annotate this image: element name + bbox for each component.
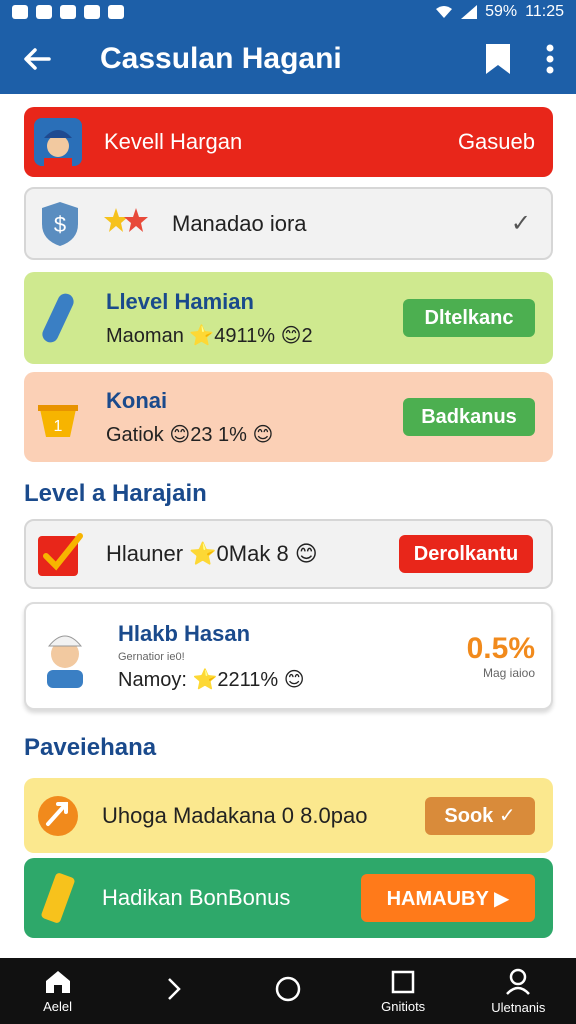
card-subtitle: Maoman ⭐4911% 😊2 — [106, 324, 313, 347]
worker-avatar-icon — [34, 118, 82, 166]
chevron-icon — [167, 978, 181, 1000]
person-icon — [506, 968, 531, 995]
card-hlauner[interactable]: Hlauner ⭐0Mak 8 😊 Derolkantu — [24, 519, 553, 589]
back-button[interactable] — [0, 24, 74, 94]
card-text: Hlakb Hasan Gernatior ie0! Namoy: ⭐2211%… — [118, 621, 425, 692]
nav-profile[interactable]: Uletnanis — [463, 968, 573, 1015]
status-notifications — [12, 5, 124, 19]
card-subtitle: Gatiok 😊23 1% 😊 — [106, 423, 274, 446]
card-title: Kevell Hargan — [104, 129, 243, 154]
ticket-icon — [34, 873, 82, 923]
bookmark-icon — [486, 44, 510, 74]
nav-recents[interactable]: Gnitiots — [348, 969, 458, 1014]
wifi-icon — [436, 6, 453, 18]
check-icon: ✓ — [510, 210, 531, 237]
avatar — [34, 118, 82, 166]
nav-label: Gnitiots — [381, 998, 426, 1014]
badge-icon — [34, 792, 82, 840]
percentage-caption: Mag iaioo — [482, 666, 535, 680]
card-level-hamian[interactable]: Llevel Hamian Maoman ⭐4911% 😊2 Dltelkanc — [24, 272, 553, 364]
nav-home-circle[interactable] — [233, 975, 343, 1007]
card-title: Konai — [106, 387, 168, 413]
card-title: Hlauner ⭐0Mak 8 😊 — [106, 541, 318, 566]
card-konai[interactable]: 1 Konai Gatiok 😊23 1% 😊 Badkanus — [24, 372, 553, 462]
status-system: 59% 11:25 — [435, 3, 564, 21]
card-title: Hlakb Hasan — [118, 620, 251, 646]
capsule-icon — [34, 293, 82, 343]
card-uhoga[interactable]: Uhoga Madakana 0 8.0pao Sook ✓ — [24, 778, 553, 853]
nav-label: Aelel — [43, 998, 73, 1014]
card-subtitle: Namoy: ⭐2211% 😊 — [118, 668, 305, 691]
card-percentage: 0.5% Mag iaioo — [425, 632, 535, 680]
time-text: 11:25 — [525, 3, 564, 20]
card-title: Manadao iora — [172, 210, 307, 236]
card-kevell[interactable]: Kevell Hargan Gasueb — [24, 107, 553, 177]
arrow-left-icon — [24, 48, 51, 70]
money-shield-icon: $ — [36, 200, 84, 248]
card-caption: Gernatior ie0! — [118, 650, 185, 663]
card-button[interactable]: Derolkantu — [399, 535, 533, 573]
notification-icon — [12, 5, 28, 19]
home-icon — [45, 970, 70, 993]
nav-home[interactable]: Aelel — [3, 969, 113, 1014]
more-vertical-icon — [546, 44, 554, 74]
card-hadikan[interactable]: Hadikan BonBonus HAMAUBY ▶ — [24, 858, 553, 938]
svg-text:1: 1 — [54, 418, 63, 435]
basket-icon: 1 — [34, 393, 82, 441]
card-hlakb[interactable]: Hlakb Hasan Gernatior ie0! Namoy: ⭐2211%… — [24, 602, 553, 710]
notification-icon — [84, 5, 100, 19]
section-title: Paveiehana — [24, 734, 157, 761]
card-manadao[interactable]: $ Manadao iora ✓ — [24, 187, 553, 260]
card-title: Uhoga Madakana 0 8.0pao — [102, 802, 368, 828]
circle-icon — [275, 976, 301, 1002]
square-icon — [391, 970, 415, 993]
worker-avatar-icon — [36, 621, 94, 691]
card-button[interactable]: Badkanus — [403, 398, 535, 436]
card-action[interactable]: Gasueb — [458, 129, 535, 155]
battery-text: 59% — [485, 3, 518, 20]
card-title: Llevel Hamian — [106, 288, 254, 314]
page-title: Cassulan Hagani — [100, 42, 342, 75]
checkbox-icon — [36, 530, 84, 578]
card-text: Llevel Hamian Maoman ⭐4911% 😊2 — [106, 289, 403, 348]
svg-text:$: $ — [54, 212, 66, 237]
nav-label: Uletnanis — [491, 999, 546, 1015]
status-bar: 59% 11:25 — [0, 0, 576, 24]
section-title: Level a Harajain — [24, 480, 207, 507]
card-button[interactable]: HAMAUBY ▶ — [361, 874, 535, 922]
stars-icon — [102, 206, 158, 241]
bookmark-button[interactable] — [472, 24, 524, 94]
notification-icon — [36, 5, 52, 19]
card-button[interactable]: Sook ✓ — [425, 796, 535, 835]
more-button[interactable] — [524, 24, 576, 94]
card-button[interactable]: Dltelkanc — [403, 299, 535, 337]
bottom-nav: Aelel Gnitiots Uletnanis — [0, 958, 576, 1024]
nav-back[interactable] — [118, 976, 228, 1006]
notification-icon — [108, 5, 124, 19]
card-text: Konai Gatiok 😊23 1% 😊 — [106, 388, 403, 447]
signal-icon — [461, 5, 478, 19]
app-bar: Cassulan Hagani — [0, 24, 576, 94]
card-title: Hadikan BonBonus — [102, 885, 291, 910]
percentage-value: 0.5% — [466, 632, 535, 665]
notification-icon — [60, 5, 76, 19]
